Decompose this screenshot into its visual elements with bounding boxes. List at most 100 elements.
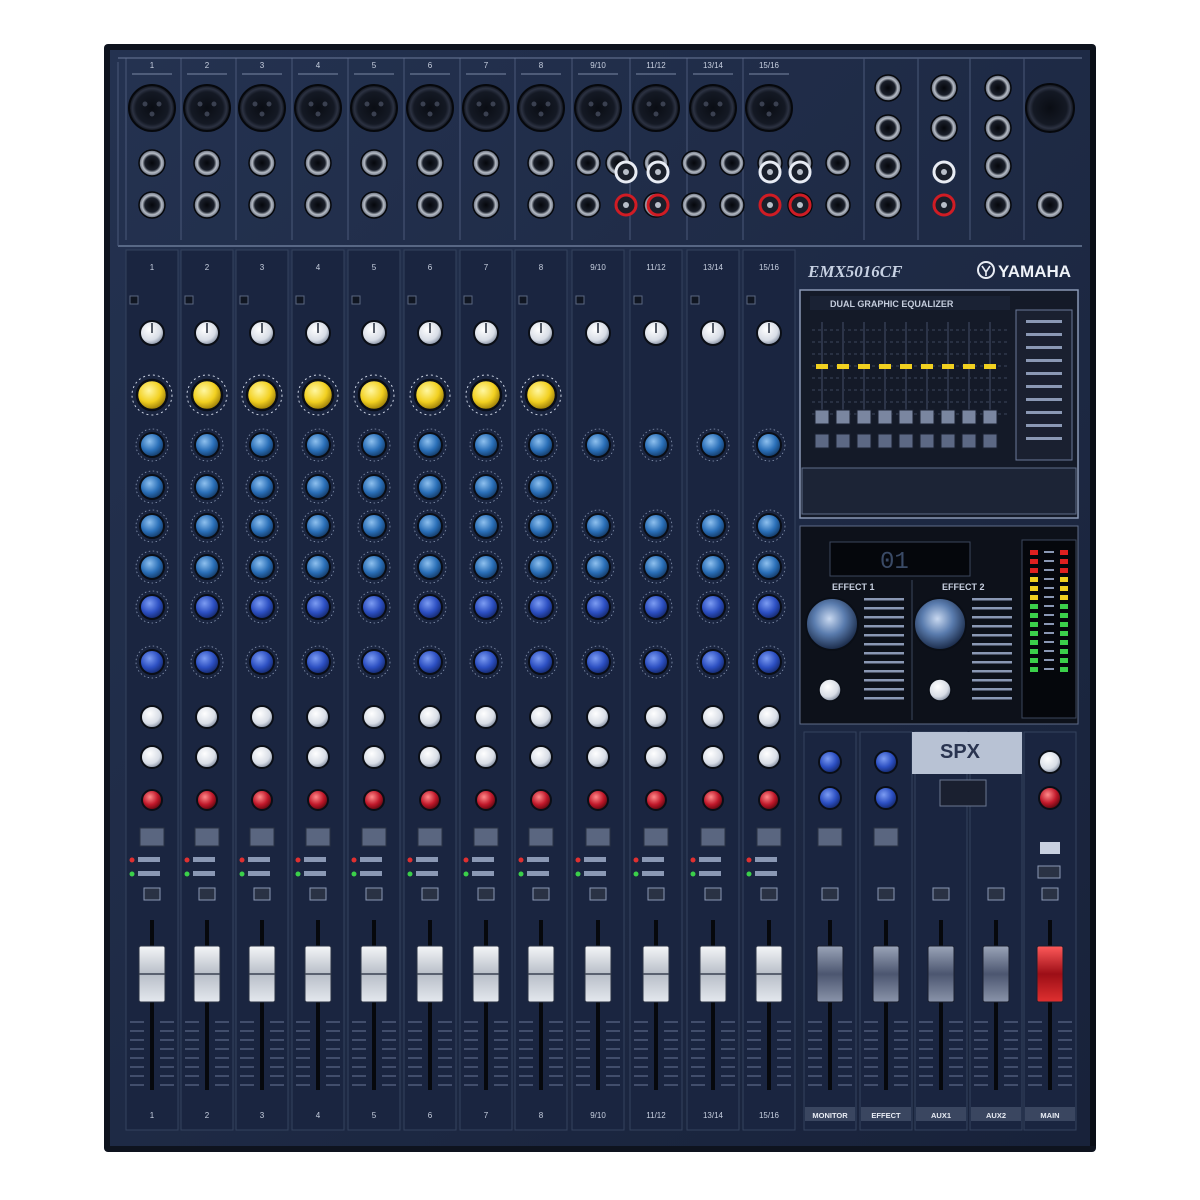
- master-fader[interactable]: [816, 945, 844, 1003]
- geq-slider-knob[interactable]: [919, 433, 935, 449]
- send-knob[interactable]: [305, 649, 331, 675]
- pfl-button[interactable]: [589, 887, 607, 901]
- comp-knob[interactable]: [524, 378, 558, 412]
- pan-knob[interactable]: [141, 789, 163, 811]
- pan-knob[interactable]: [419, 789, 441, 811]
- eq-knob[interactable]: [417, 432, 443, 458]
- eq-knob[interactable]: [700, 432, 726, 458]
- aux-knob[interactable]: [701, 745, 725, 769]
- pfl-button[interactable]: [647, 887, 665, 901]
- pan-knob[interactable]: [645, 789, 667, 811]
- eq-knob[interactable]: [139, 554, 165, 580]
- send-knob[interactable]: [194, 594, 220, 620]
- geq-slider-knob[interactable]: [877, 409, 893, 425]
- eq-knob[interactable]: [139, 474, 165, 500]
- pad-switch[interactable]: [407, 295, 417, 305]
- stereo-line-jack[interactable]: [681, 150, 707, 176]
- eq-knob[interactable]: [417, 474, 443, 500]
- effect1-param-knob[interactable]: [818, 678, 842, 702]
- pan-knob[interactable]: [475, 789, 497, 811]
- pad-switch[interactable]: [633, 295, 643, 305]
- xlr-input-jack[interactable]: [294, 84, 342, 132]
- comp-knob[interactable]: [413, 378, 447, 412]
- eq-knob[interactable]: [585, 513, 611, 539]
- eq-knob[interactable]: [417, 554, 443, 580]
- comp-knob[interactable]: [469, 378, 503, 412]
- geq-slider-knob[interactable]: [982, 433, 998, 449]
- aux-knob[interactable]: [474, 705, 498, 729]
- eq-knob[interactable]: [473, 432, 499, 458]
- output-jack[interactable]: [874, 114, 902, 142]
- eq-knob[interactable]: [643, 554, 669, 580]
- eq-knob[interactable]: [756, 513, 782, 539]
- master-pfl-button[interactable]: [1041, 887, 1059, 901]
- on-button[interactable]: [756, 827, 782, 847]
- geq-slider-knob[interactable]: [982, 409, 998, 425]
- eq-knob[interactable]: [249, 474, 275, 500]
- master-fader[interactable]: [927, 945, 955, 1003]
- master-fader[interactable]: [872, 945, 900, 1003]
- pan-knob[interactable]: [530, 789, 552, 811]
- line-input-jack[interactable]: [304, 149, 332, 177]
- stereo-line-jack[interactable]: [575, 150, 601, 176]
- eq-knob[interactable]: [528, 474, 554, 500]
- spx-on-button[interactable]: [939, 779, 987, 807]
- on-button[interactable]: [305, 827, 331, 847]
- pan-knob[interactable]: [702, 789, 724, 811]
- aux-knob[interactable]: [529, 705, 553, 729]
- pad-switch[interactable]: [575, 295, 585, 305]
- eq-knob[interactable]: [700, 513, 726, 539]
- insert-jack[interactable]: [138, 191, 166, 219]
- master-fader[interactable]: [982, 945, 1010, 1003]
- pfl-button[interactable]: [143, 887, 161, 901]
- main-button[interactable]: [1037, 865, 1061, 879]
- master-send-knob[interactable]: [818, 786, 842, 810]
- send-knob[interactable]: [585, 649, 611, 675]
- eq-knob[interactable]: [194, 474, 220, 500]
- xlr-input-jack[interactable]: [745, 84, 793, 132]
- eq-knob[interactable]: [528, 432, 554, 458]
- output-jack[interactable]: [874, 152, 902, 180]
- pfl-button[interactable]: [704, 887, 722, 901]
- line-input-jack[interactable]: [360, 149, 388, 177]
- master-send-knob[interactable]: [818, 750, 842, 774]
- aux-knob[interactable]: [140, 705, 164, 729]
- aux-knob[interactable]: [195, 745, 219, 769]
- eq-knob[interactable]: [700, 554, 726, 580]
- aux-knob[interactable]: [644, 745, 668, 769]
- insert-jack[interactable]: [527, 191, 555, 219]
- pad-switch[interactable]: [518, 295, 528, 305]
- output-jack[interactable]: [930, 74, 958, 102]
- pad-switch[interactable]: [129, 295, 139, 305]
- send-knob[interactable]: [361, 649, 387, 675]
- send-knob[interactable]: [249, 649, 275, 675]
- eq-knob[interactable]: [643, 513, 669, 539]
- aux-knob[interactable]: [306, 745, 330, 769]
- eq-knob[interactable]: [139, 432, 165, 458]
- pfl-button[interactable]: [760, 887, 778, 901]
- comp-knob[interactable]: [135, 378, 169, 412]
- send-knob[interactable]: [361, 594, 387, 620]
- xlr-output-jack[interactable]: [1025, 83, 1075, 133]
- geq-slider-knob[interactable]: [835, 433, 851, 449]
- pan-knob[interactable]: [307, 789, 329, 811]
- eq-knob[interactable]: [194, 432, 220, 458]
- on-button[interactable]: [700, 827, 726, 847]
- send-knob[interactable]: [700, 594, 726, 620]
- line-input-jack[interactable]: [416, 149, 444, 177]
- geq-slider-knob[interactable]: [898, 409, 914, 425]
- send-knob[interactable]: [194, 649, 220, 675]
- pad-switch[interactable]: [184, 295, 194, 305]
- eq-knob[interactable]: [194, 554, 220, 580]
- monitor-on-button[interactable]: [817, 827, 843, 847]
- eq-knob[interactable]: [756, 554, 782, 580]
- line-input-jack[interactable]: [472, 149, 500, 177]
- aux-knob[interactable]: [418, 745, 442, 769]
- aux-knob[interactable]: [757, 745, 781, 769]
- pfl-button[interactable]: [365, 887, 383, 901]
- geq-slider-knob[interactable]: [856, 433, 872, 449]
- pan-knob[interactable]: [196, 789, 218, 811]
- aux-knob[interactable]: [362, 745, 386, 769]
- xlr-input-jack[interactable]: [517, 84, 565, 132]
- eq-knob[interactable]: [249, 432, 275, 458]
